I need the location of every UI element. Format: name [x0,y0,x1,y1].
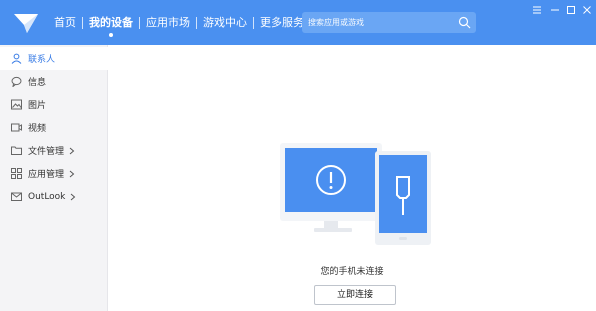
nav-home[interactable]: 首页 [48,0,82,45]
folder-icon [11,146,22,155]
sidebar-item-label: 信息 [28,78,47,88]
top-bar: 首页 我的设备 应用市场 游戏中心 更多服务 搜索应用或游戏 [0,0,596,45]
minimize-icon[interactable] [549,4,561,16]
person-icon [11,53,22,64]
sidebar-item-messages[interactable]: 信息 [0,70,108,93]
chevron-right-icon [69,170,75,177]
mail-icon [11,192,22,201]
close-icon[interactable] [581,4,593,16]
sidebar-item-label: 文件管理 [28,147,65,157]
apps-grid-icon [11,168,22,179]
chevron-right-icon [71,193,76,200]
search-placeholder: 搜索应用或游戏 [308,18,364,27]
video-icon [11,123,22,132]
main-content: 您的手机未连接 [108,45,596,311]
connect-now-button[interactable]: 立即连接 [314,285,396,305]
sidebar-item-app-manager[interactable]: 应用管理 [0,162,108,185]
search-input[interactable]: 搜索应用或游戏 [302,12,476,33]
nav-game-center[interactable]: 游戏中心 [197,0,253,45]
active-indicator [109,33,113,37]
nav-my-devices[interactable]: 我的设备 [83,0,139,45]
sidebar-item-label: OutLook [28,191,66,202]
app-logo-icon [14,14,38,33]
sidebar-item-videos[interactable]: 视频 [0,116,108,139]
nav-my-devices-label: 我的设备 [89,16,133,29]
sidebar-item-label: 应用管理 [28,170,65,180]
connection-status-text: 您的手机未连接 [320,267,384,277]
sidebar-item-contacts[interactable]: 联系人 [0,47,108,70]
menu-icon[interactable] [531,4,543,16]
sidebar-item-outlook[interactable]: OutLook [0,185,108,208]
nav-app-market[interactable]: 应用市场 [140,0,196,45]
sidebar-item-file-manager[interactable]: 文件管理 [0,139,108,162]
maximize-icon[interactable] [565,4,577,16]
search-icon[interactable] [458,16,471,29]
image-icon [11,99,22,110]
sidebar-item-label: 视频 [28,124,47,134]
message-icon [11,76,22,87]
chevron-right-icon [69,147,75,154]
sidebar-item-images[interactable]: 图片 [0,93,108,116]
sidebar-item-label: 联系人 [28,55,56,65]
sidebar-item-label: 图片 [28,101,47,111]
main-nav: 首页 我的设备 应用市场 游戏中心 更多服务 [48,0,310,45]
sidebar: 联系人 信息 图片 视频 文件管理 应用管理 OutLook [0,45,108,311]
